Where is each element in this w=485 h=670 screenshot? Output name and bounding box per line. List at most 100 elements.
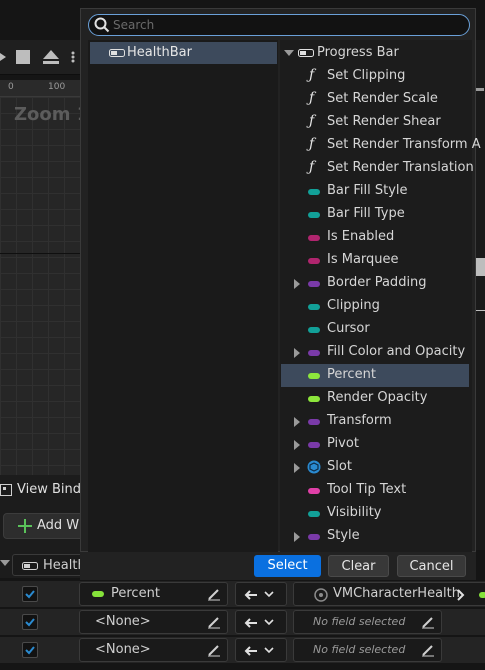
widget-list-item[interactable]: HealthBar <box>90 42 277 64</box>
binding-row: <None> No field selected <box>0 637 485 663</box>
field-item-label: Slot <box>327 459 352 474</box>
tab-label: View Bindin <box>17 482 82 497</box>
chevron-down-icon <box>264 619 274 626</box>
binding-enabled-checkbox[interactable] <box>22 586 38 602</box>
pencil-icon[interactable] <box>207 643 221 657</box>
chevron-right-icon[interactable] <box>294 279 300 289</box>
field-item-set-render-shear[interactable]: ƒ Set Render Shear <box>281 111 469 134</box>
field-item-percent[interactable]: Percent <box>281 364 469 387</box>
binding-direction-selector[interactable] <box>235 582 287 606</box>
viewmodel-field[interactable]: No field selected <box>293 638 442 662</box>
property-label: <None> <box>95 614 151 629</box>
field-item-bar-fill-type[interactable]: Bar Fill Type <box>281 203 469 226</box>
arrow-left-icon <box>244 618 257 628</box>
designer-ruler: 0 100 <box>0 80 82 97</box>
field-item-set-render-scale[interactable]: ƒ Set Render Scale <box>281 88 469 111</box>
field-item-label: Set Clipping <box>327 68 406 83</box>
play-icon[interactable] <box>0 49 16 65</box>
search-icon <box>94 17 110 33</box>
tree-root-label: Progress Bar <box>317 45 399 60</box>
ruler-label: 0 <box>8 82 14 92</box>
field-item-transform[interactable]: Transform <box>281 410 469 433</box>
viewmodel-icon <box>314 588 328 602</box>
field-item-label: Bar Fill Type <box>327 206 405 221</box>
field-item-label: Set Render Shear <box>327 114 441 129</box>
field-item-render-opacity[interactable]: Render Opacity <box>281 387 469 410</box>
check-icon <box>25 646 35 655</box>
field-item-label: Style <box>327 528 360 543</box>
viewmodel-field[interactable]: VMCharacterHealth <box>293 582 485 606</box>
field-item-cursor[interactable]: Cursor <box>281 318 469 341</box>
field-item-visibility[interactable]: Visibility <box>281 502 469 525</box>
binding-row: Percent VMCharacterHealth <box>0 581 485 607</box>
chevron-right-icon[interactable] <box>294 440 300 450</box>
property-type-pin-icon <box>308 511 320 517</box>
pencil-icon[interactable] <box>207 587 221 601</box>
chevron-right-icon[interactable] <box>294 348 300 358</box>
property-type-pin-icon <box>308 534 320 540</box>
scrollbar-thumb[interactable] <box>476 258 485 276</box>
property-type-pin-icon <box>308 189 320 195</box>
property-type-pin-icon <box>308 281 320 287</box>
field-item-label: Bar Fill Style <box>327 183 408 198</box>
chevron-down-icon[interactable] <box>0 560 10 571</box>
widget-property-field[interactable]: <None> <box>79 610 228 634</box>
separator <box>476 310 485 311</box>
field-item-bar-fill-style[interactable]: Bar Fill Style <box>281 180 469 203</box>
widget-property-field[interactable]: Percent <box>79 582 228 606</box>
field-item-is-enabled[interactable]: Is Enabled <box>281 226 469 249</box>
field-item-tool-tip-text[interactable]: Tool Tip Text <box>281 479 469 502</box>
viewmodel-placeholder: No field selected <box>313 615 406 628</box>
stop-icon[interactable] <box>16 49 32 65</box>
chevron-down-icon[interactable] <box>284 50 294 58</box>
field-item-label: Render Opacity <box>327 390 428 405</box>
field-item-slot[interactable]: Slot <box>281 456 469 479</box>
tree-root-progress-bar[interactable]: Progress Bar <box>281 42 469 65</box>
eject-icon[interactable] <box>42 49 59 65</box>
cancel-button[interactable]: Cancel <box>397 555 466 577</box>
chevron-down-icon <box>264 647 274 654</box>
field-item-set-clipping[interactable]: ƒ Set Clipping <box>281 65 469 88</box>
property-label: Percent <box>111 586 160 601</box>
widget-list-item-label: HealthBar <box>127 45 192 60</box>
pencil-icon[interactable] <box>421 643 435 657</box>
field-item-clipping[interactable]: Clipping <box>281 295 469 318</box>
widget-property-field[interactable]: <None> <box>79 638 228 662</box>
property-type-pin-icon <box>308 235 320 241</box>
chevron-right-icon[interactable] <box>294 532 300 542</box>
pencil-icon[interactable] <box>207 615 221 629</box>
viewmodel-label: VMCharacterHealth <box>333 586 460 601</box>
field-item-label: Tool Tip Text <box>327 482 407 497</box>
field-item-border-padding[interactable]: Border Padding <box>281 272 469 295</box>
binding-row: <None> No field selected <box>0 609 485 635</box>
field-item-fill-color-and-opacity[interactable]: Fill Color and Opacity <box>281 341 469 364</box>
clear-button[interactable]: Clear <box>328 555 389 577</box>
binding-enabled-checkbox[interactable] <box>22 642 38 658</box>
binding-widget-row[interactable]: Health <box>0 552 92 578</box>
field-item-label: Is Enabled <box>327 229 395 244</box>
field-item-label: Visibility <box>327 505 382 520</box>
designer-canvas[interactable] <box>0 97 82 475</box>
select-button[interactable]: Select <box>254 555 321 577</box>
property-type-pin-icon <box>308 488 320 494</box>
binding-direction-selector[interactable] <box>235 610 287 634</box>
field-item-pivot[interactable]: Pivot <box>281 433 469 456</box>
field-item-label: Border Padding <box>327 275 427 290</box>
field-item-set-render-transform-a[interactable]: ƒ Set Render Transform A <box>281 134 481 157</box>
field-item-set-render-translation[interactable]: ƒ Set Render Translation <box>281 157 474 180</box>
function-icon: ƒ <box>309 67 315 83</box>
viewmodel-field[interactable]: No field selected <box>293 610 442 634</box>
binding-enabled-checkbox[interactable] <box>22 614 38 630</box>
chevron-right-icon[interactable] <box>294 463 300 473</box>
tab-view-bindings[interactable]: View Bindin <box>0 480 82 502</box>
property-type-pin-icon <box>308 396 320 402</box>
field-item-is-marquee[interactable]: Is Marquee <box>281 249 469 272</box>
pencil-icon[interactable] <box>421 615 435 629</box>
chevron-right-icon[interactable] <box>294 417 300 427</box>
search-input[interactable] <box>113 17 453 33</box>
function-icon: ƒ <box>309 136 315 152</box>
property-label: <None> <box>95 642 151 657</box>
binding-direction-selector[interactable] <box>235 638 287 662</box>
field-item-style[interactable]: Style <box>281 525 469 548</box>
search-field[interactable] <box>88 14 470 36</box>
